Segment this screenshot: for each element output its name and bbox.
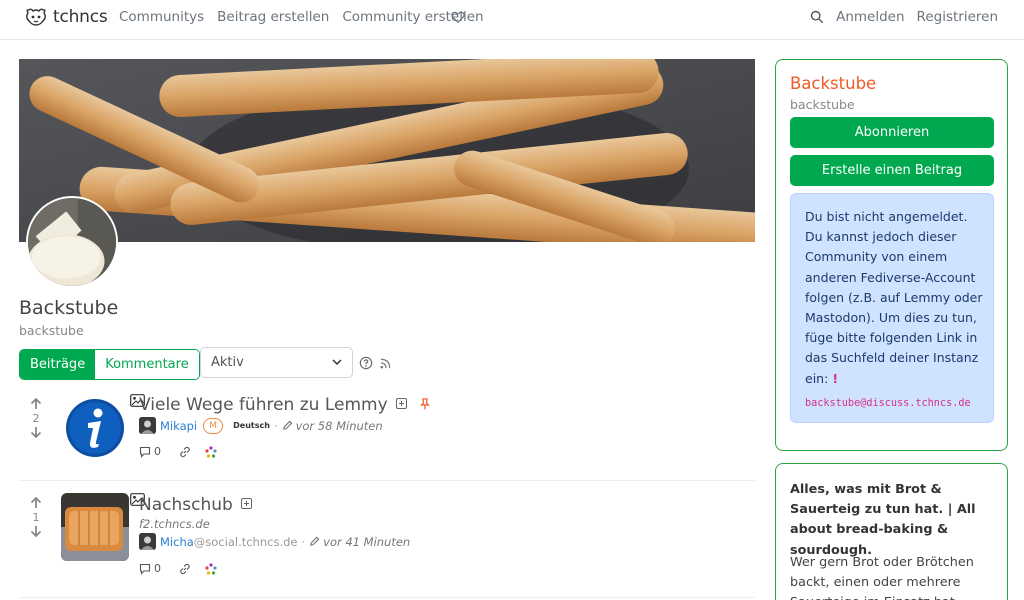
upvote-icon[interactable]	[30, 497, 42, 509]
description-heading: Alles, was mit Brot & Sauerteig zu tun h…	[790, 482, 976, 558]
pin-icon	[419, 398, 430, 410]
post-meta: Mikapi M Deutsch · vor 58 Minuten	[139, 417, 383, 434]
view-toggle: Beiträge Kommentare	[19, 349, 200, 380]
author-instance: @social.tchncs.de	[193, 534, 298, 549]
federation-notice: Du bist nicht angemeldet. Du kannst jedo…	[790, 193, 994, 423]
comment-icon[interactable]	[139, 563, 151, 575]
separator-dot: ·	[273, 418, 278, 433]
vote-box: 1	[28, 497, 44, 537]
community-name: backstube	[19, 323, 84, 338]
notice-text: Du bist nicht angemeldet. Du kannst jedo…	[805, 209, 983, 386]
vote-score: 2	[32, 412, 40, 425]
downvote-icon[interactable]	[30, 426, 42, 438]
post-title[interactable]: Nachschub	[139, 495, 252, 515]
pencil-icon	[282, 420, 292, 430]
mod-badge: M	[203, 417, 224, 434]
vote-box: 2	[28, 398, 44, 438]
comment-count[interactable]: 0	[154, 445, 161, 458]
comment-count[interactable]: 0	[154, 562, 161, 575]
brand-name: tchncs	[53, 7, 108, 27]
create-post-button[interactable]: Erstelle einen Beitrag	[790, 155, 994, 186]
chevron-down-icon	[332, 359, 342, 366]
post-meta: Micha @social.tchncs.de · vor 41 Minuten	[139, 533, 410, 550]
community-description-card: Alles, was mit Brot & Sauerteig zu tun h…	[775, 463, 1008, 600]
post-thumbnail[interactable]	[61, 493, 129, 561]
description-text: Wer gern Brot oder Brötchen backt, einen…	[790, 555, 974, 600]
expand-icon[interactable]	[395, 398, 407, 409]
fediverse-icon[interactable]	[205, 562, 217, 575]
community-sidebar-card: Backstube backstube Abonnieren Erstelle …	[775, 59, 1008, 451]
notice-mark: !	[832, 370, 839, 386]
pencil-icon	[310, 536, 320, 546]
link-icon[interactable]	[179, 563, 191, 575]
sidebar-title[interactable]: Backstube	[790, 74, 876, 93]
community-avatar	[26, 196, 118, 288]
user-avatar	[139, 417, 156, 434]
sort-select[interactable]: Aktiv	[200, 347, 353, 378]
community-banner	[19, 59, 755, 242]
language-label: Deutsch	[233, 421, 270, 430]
upvote-icon[interactable]	[30, 398, 42, 410]
fediverse-icon[interactable]	[205, 445, 217, 458]
post-divider	[19, 597, 755, 598]
post-title[interactable]: Viele Wege führen zu Lemmy	[139, 395, 431, 415]
heart-icon[interactable]	[451, 10, 465, 24]
downvote-icon[interactable]	[30, 525, 42, 537]
brand-link[interactable]: tchncs	[24, 7, 108, 27]
post-author[interactable]: Mikapi	[160, 419, 197, 433]
user-avatar	[139, 533, 156, 550]
post-title-text: Viele Wege führen zu Lemmy	[139, 395, 388, 415]
nav-communities[interactable]: Communitys	[119, 9, 204, 25]
community-handle: backstube@discuss.tchncs.de	[805, 397, 971, 409]
expand-icon[interactable]	[240, 498, 252, 509]
post-item: 2 Viele Wege führen zu Lemmy Mikapi M De…	[19, 394, 755, 474]
login-link[interactable]: Anmelden	[836, 9, 904, 25]
post-item: 1 Nachschub f2.tchncs.de Micha @social.t…	[19, 493, 755, 575]
sidebar-subtitle: backstube	[790, 97, 855, 112]
sort-select-value: Aktiv	[211, 355, 244, 370]
tab-comments[interactable]: Kommentare	[95, 350, 199, 379]
community-title: Backstube	[19, 297, 119, 319]
help-icon[interactable]	[359, 356, 373, 370]
post-time: vor 41 Minuten	[323, 534, 411, 549]
nav-create-post[interactable]: Beitrag erstellen	[217, 9, 329, 25]
top-navbar: tchncs Communitys Beitrag erstellen Comm…	[0, 0, 1024, 40]
tab-posts[interactable]: Beiträge	[20, 350, 96, 379]
comment-icon[interactable]	[139, 446, 151, 458]
vote-score: 1	[32, 511, 40, 524]
post-domain[interactable]: f2.tchncs.de	[139, 517, 210, 531]
register-link[interactable]: Registrieren	[917, 9, 998, 25]
post-thumbnail[interactable]	[61, 394, 129, 462]
post-author[interactable]: Micha	[160, 535, 194, 549]
link-icon[interactable]	[179, 446, 191, 458]
post-divider	[19, 480, 755, 481]
search-icon[interactable]	[810, 10, 824, 24]
lemmy-logo-icon	[26, 8, 46, 26]
post-title-text: Nachschub	[139, 495, 233, 515]
post-actions: 0	[139, 445, 217, 458]
subscribe-button[interactable]: Abonnieren	[790, 117, 994, 148]
post-actions: 0	[139, 562, 217, 575]
rss-icon[interactable]	[380, 358, 391, 369]
post-time: vor 58 Minuten	[295, 418, 383, 433]
separator-dot: ·	[301, 534, 306, 549]
